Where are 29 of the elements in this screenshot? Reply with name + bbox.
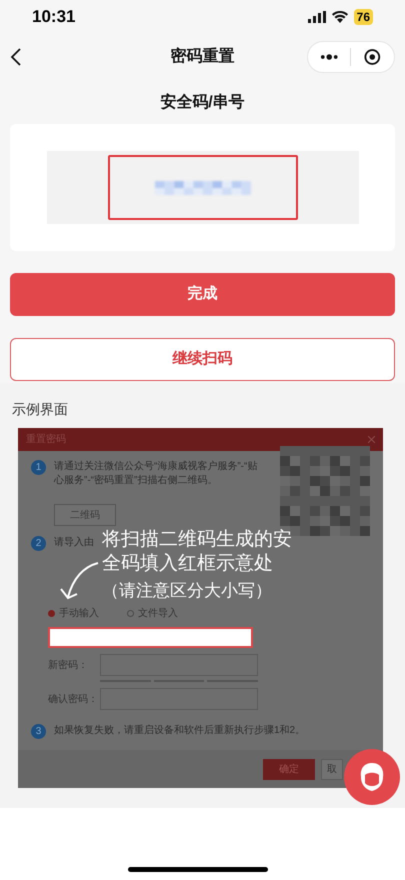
step-text: 请通过关注微信公众号“海康威视客户服务”-“贴心服务”-“密码重置”扫描右侧二维码。 <box>54 460 258 488</box>
step-text: 如果恢复失败，请重启设备和软件后重新执行步骤1和2。 <box>54 724 306 738</box>
signal-icon <box>308 11 326 23</box>
field-label: 新密码： <box>48 658 89 672</box>
close-target-icon[interactable] <box>364 48 381 66</box>
step-text: 请导入由 <box>54 536 94 550</box>
continue-scan-button[interactable]: 继续扫码 <box>10 338 395 381</box>
annotation-note: （请注意区分大小写） <box>102 580 272 602</box>
done-button[interactable]: 完成 <box>10 273 395 316</box>
field-label: 确认密码： <box>48 692 99 706</box>
example-label: 示例界面 <box>11 400 69 419</box>
section-title: 安全码/串号 <box>160 92 245 113</box>
close-icon <box>368 436 375 443</box>
page-title: 密码重置 <box>170 46 234 67</box>
annotation-text: 将扫描二维码生成的安全码填入红框示意处 <box>102 528 293 576</box>
step-number: 2 <box>31 536 46 551</box>
annotation-arrow <box>58 561 100 601</box>
step-number: 3 <box>31 724 46 739</box>
back-icon[interactable] <box>10 47 22 67</box>
radio-label: 文件导入 <box>138 606 178 621</box>
battery-level: 76 <box>354 9 373 25</box>
capsule-menu[interactable] <box>307 41 395 73</box>
wifi-icon <box>332 11 348 23</box>
radio-label: 手动输入 <box>59 606 99 621</box>
cancel-button[interactable]: 取 <box>321 758 343 780</box>
agent-avatar-icon <box>358 761 386 793</box>
status-time: 10:31 <box>32 6 76 28</box>
step-number: 1 <box>31 460 46 475</box>
more-icon[interactable] <box>320 54 338 60</box>
